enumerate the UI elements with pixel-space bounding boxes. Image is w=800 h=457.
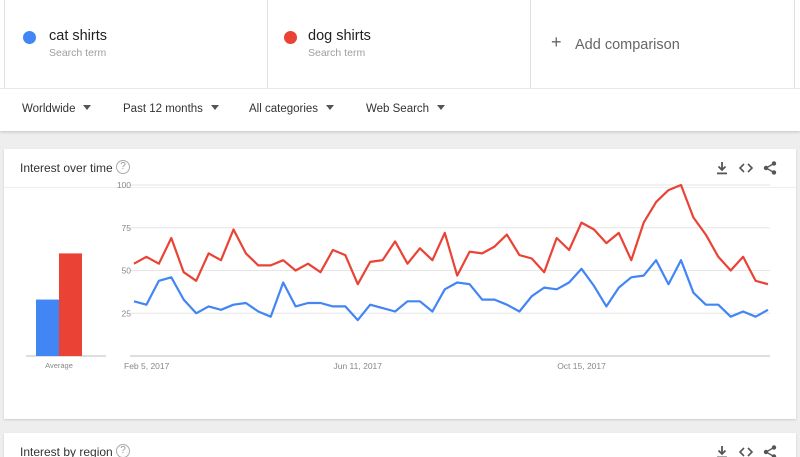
interest-over-time-card: Interest over time ? 25 50 75 100 Feb 5, 201… — [4, 149, 796, 419]
add-comparison-label[interactable]: Add comparison — [575, 37, 680, 53]
interest-chart: 25 50 75 100 Feb 5, 2017 Jun 11, 2017 Oct 15, … — [26, 180, 770, 371]
x-tick-label: Feb 5, 2017 — [124, 361, 170, 371]
divider — [0, 88, 800, 89]
search-term-type: Search term — [308, 47, 366, 59]
search-term-label[interactable]: dog shirts — [308, 28, 371, 44]
y-tick-label: 100 — [117, 180, 131, 190]
x-tick-label: Jun 11, 2017 — [333, 361, 382, 371]
time-range-label: Past 12 months — [123, 103, 203, 115]
interest-by-region-card: Interest by region ? — [4, 433, 796, 457]
average-bar — [36, 299, 59, 356]
search-terms-header: cat shirts Search term dog shirts Search… — [0, 0, 800, 131]
add-comparison-button[interactable]: + Add comparison — [531, 0, 795, 88]
series-color-dot — [284, 31, 297, 44]
y-tick-label: 75 — [122, 223, 132, 233]
search-term-cat-shirts[interactable]: cat shirts Search term — [4, 0, 268, 88]
card-actions — [714, 444, 778, 457]
series-color-dot — [23, 31, 36, 44]
search-term-label[interactable]: cat shirts — [49, 28, 107, 44]
plus-icon: + — [551, 32, 562, 52]
average-label: Average — [45, 361, 73, 370]
download-icon[interactable] — [714, 444, 730, 457]
help-icon[interactable]: ? — [116, 444, 130, 457]
series-line — [133, 183, 769, 286]
caret-down-icon — [210, 105, 219, 110]
caret-down-icon — [326, 105, 335, 110]
geo-dropdown-label: Worldwide — [22, 103, 76, 115]
y-tick-label: 25 — [122, 308, 132, 318]
caret-down-icon — [437, 105, 446, 110]
x-tick-label: Oct 15, 2017 — [557, 361, 606, 371]
share-icon[interactable] — [762, 444, 778, 457]
geo-dropdown[interactable]: Worldwide — [22, 103, 92, 115]
caret-down-icon — [83, 105, 92, 110]
search-type-dropdown[interactable]: Web Search — [366, 103, 446, 115]
card-title: Interest by region — [20, 445, 113, 457]
embed-code-icon[interactable] — [738, 444, 754, 457]
category-label: All categories — [249, 103, 319, 115]
search-term-dog-shirts[interactable]: dog shirts Search term — [268, 0, 531, 88]
search-type-label: Web Search — [366, 103, 430, 115]
category-dropdown[interactable]: All categories — [249, 103, 335, 115]
average-bar — [59, 253, 82, 356]
series-line — [133, 259, 769, 322]
time-range-dropdown[interactable]: Past 12 months — [123, 103, 219, 115]
y-tick-label: 50 — [122, 266, 132, 276]
search-term-type: Search term — [49, 47, 107, 59]
